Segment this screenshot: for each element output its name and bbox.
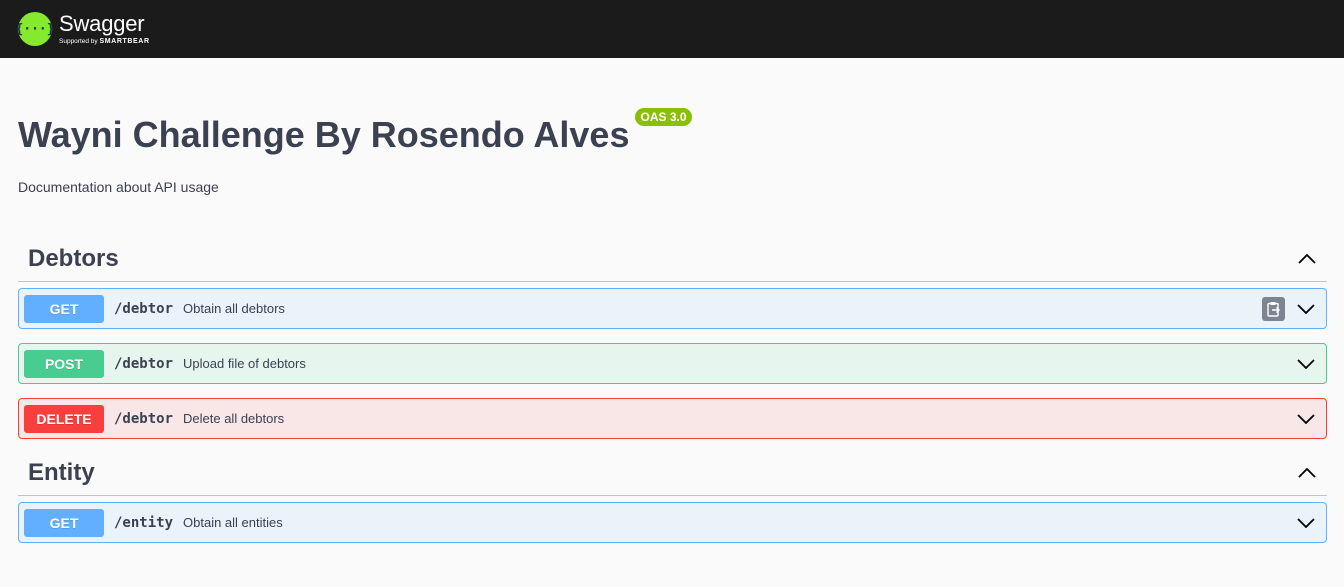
tag-header-entity[interactable]: Entity	[18, 451, 1327, 496]
chevron-down-icon[interactable]	[1296, 299, 1316, 319]
tag-header-debtors[interactable]: Debtors	[18, 237, 1327, 282]
page-title: Wayni Challenge By Rosendo Alves	[18, 114, 630, 155]
operation-path: /entity	[114, 514, 174, 531]
supported-by-label: Supported by	[59, 37, 98, 45]
chevron-up-icon[interactable]	[1297, 463, 1317, 483]
operation-controls	[1262, 289, 1316, 328]
tag-section-entity: Entity GET /entity Obtain all entities	[18, 451, 1327, 543]
supported-by: Supported by SMARTBEAR	[59, 38, 150, 46]
swagger-logo-icon: {···}	[15, 12, 55, 46]
operation-path: /debtor	[114, 300, 174, 317]
operation-summary: Obtain all debtors	[183, 301, 285, 316]
tag-section-debtors: Debtors GET /debtor Obtain all debtors P…	[18, 237, 1327, 439]
operation-summary: Delete all debtors	[183, 411, 285, 426]
operation-post-debtor[interactable]: POST /debtor Upload file of debtors	[18, 343, 1327, 384]
method-badge-get: GET	[24, 294, 104, 323]
operation-path: /debtor	[114, 355, 174, 372]
operation-controls	[1296, 344, 1316, 383]
tag-name: Debtors	[28, 245, 119, 272]
smartbear-label: SMARTBEAR	[99, 37, 150, 45]
method-badge-post: POST	[24, 349, 104, 378]
version-badge: OAS 3.0	[635, 108, 692, 126]
operation-get-entity[interactable]: GET /entity Obtain all entities	[18, 502, 1327, 543]
api-info: Wayni Challenge By Rosendo Alves OAS 3.0…	[0, 58, 1344, 195]
operation-summary: Upload file of debtors	[183, 356, 306, 371]
chevron-down-icon[interactable]	[1296, 354, 1316, 374]
brand-name: Swagger	[59, 10, 145, 36]
api-description: Documentation about API usage	[18, 179, 219, 195]
logo-text: Swagger Supported by SMARTBEAR	[59, 10, 150, 46]
topbar: {···} Swagger Supported by SMARTBEAR	[0, 0, 1344, 58]
operation-path: /debtor	[114, 410, 174, 427]
tag-name: Entity	[28, 459, 95, 486]
operation-controls	[1296, 503, 1316, 542]
method-badge-get: GET	[24, 508, 104, 537]
method-badge-delete: DELETE	[24, 404, 104, 433]
title-row: Wayni Challenge By Rosendo Alves OAS 3.0	[18, 108, 1326, 155]
chevron-up-icon[interactable]	[1297, 249, 1317, 269]
chevron-down-icon[interactable]	[1296, 409, 1316, 429]
operation-get-debtor[interactable]: GET /debtor Obtain all debtors	[18, 288, 1327, 329]
operation-summary: Obtain all entities	[183, 515, 283, 530]
chevron-down-icon[interactable]	[1296, 513, 1316, 533]
swagger-logo[interactable]: {···} Swagger Supported by SMARTBEAR	[15, 10, 150, 46]
copy-to-clipboard-icon[interactable]	[1262, 296, 1285, 321]
operation-controls	[1296, 399, 1316, 438]
operation-delete-debtor[interactable]: DELETE /debtor Delete all debtors	[18, 398, 1327, 439]
